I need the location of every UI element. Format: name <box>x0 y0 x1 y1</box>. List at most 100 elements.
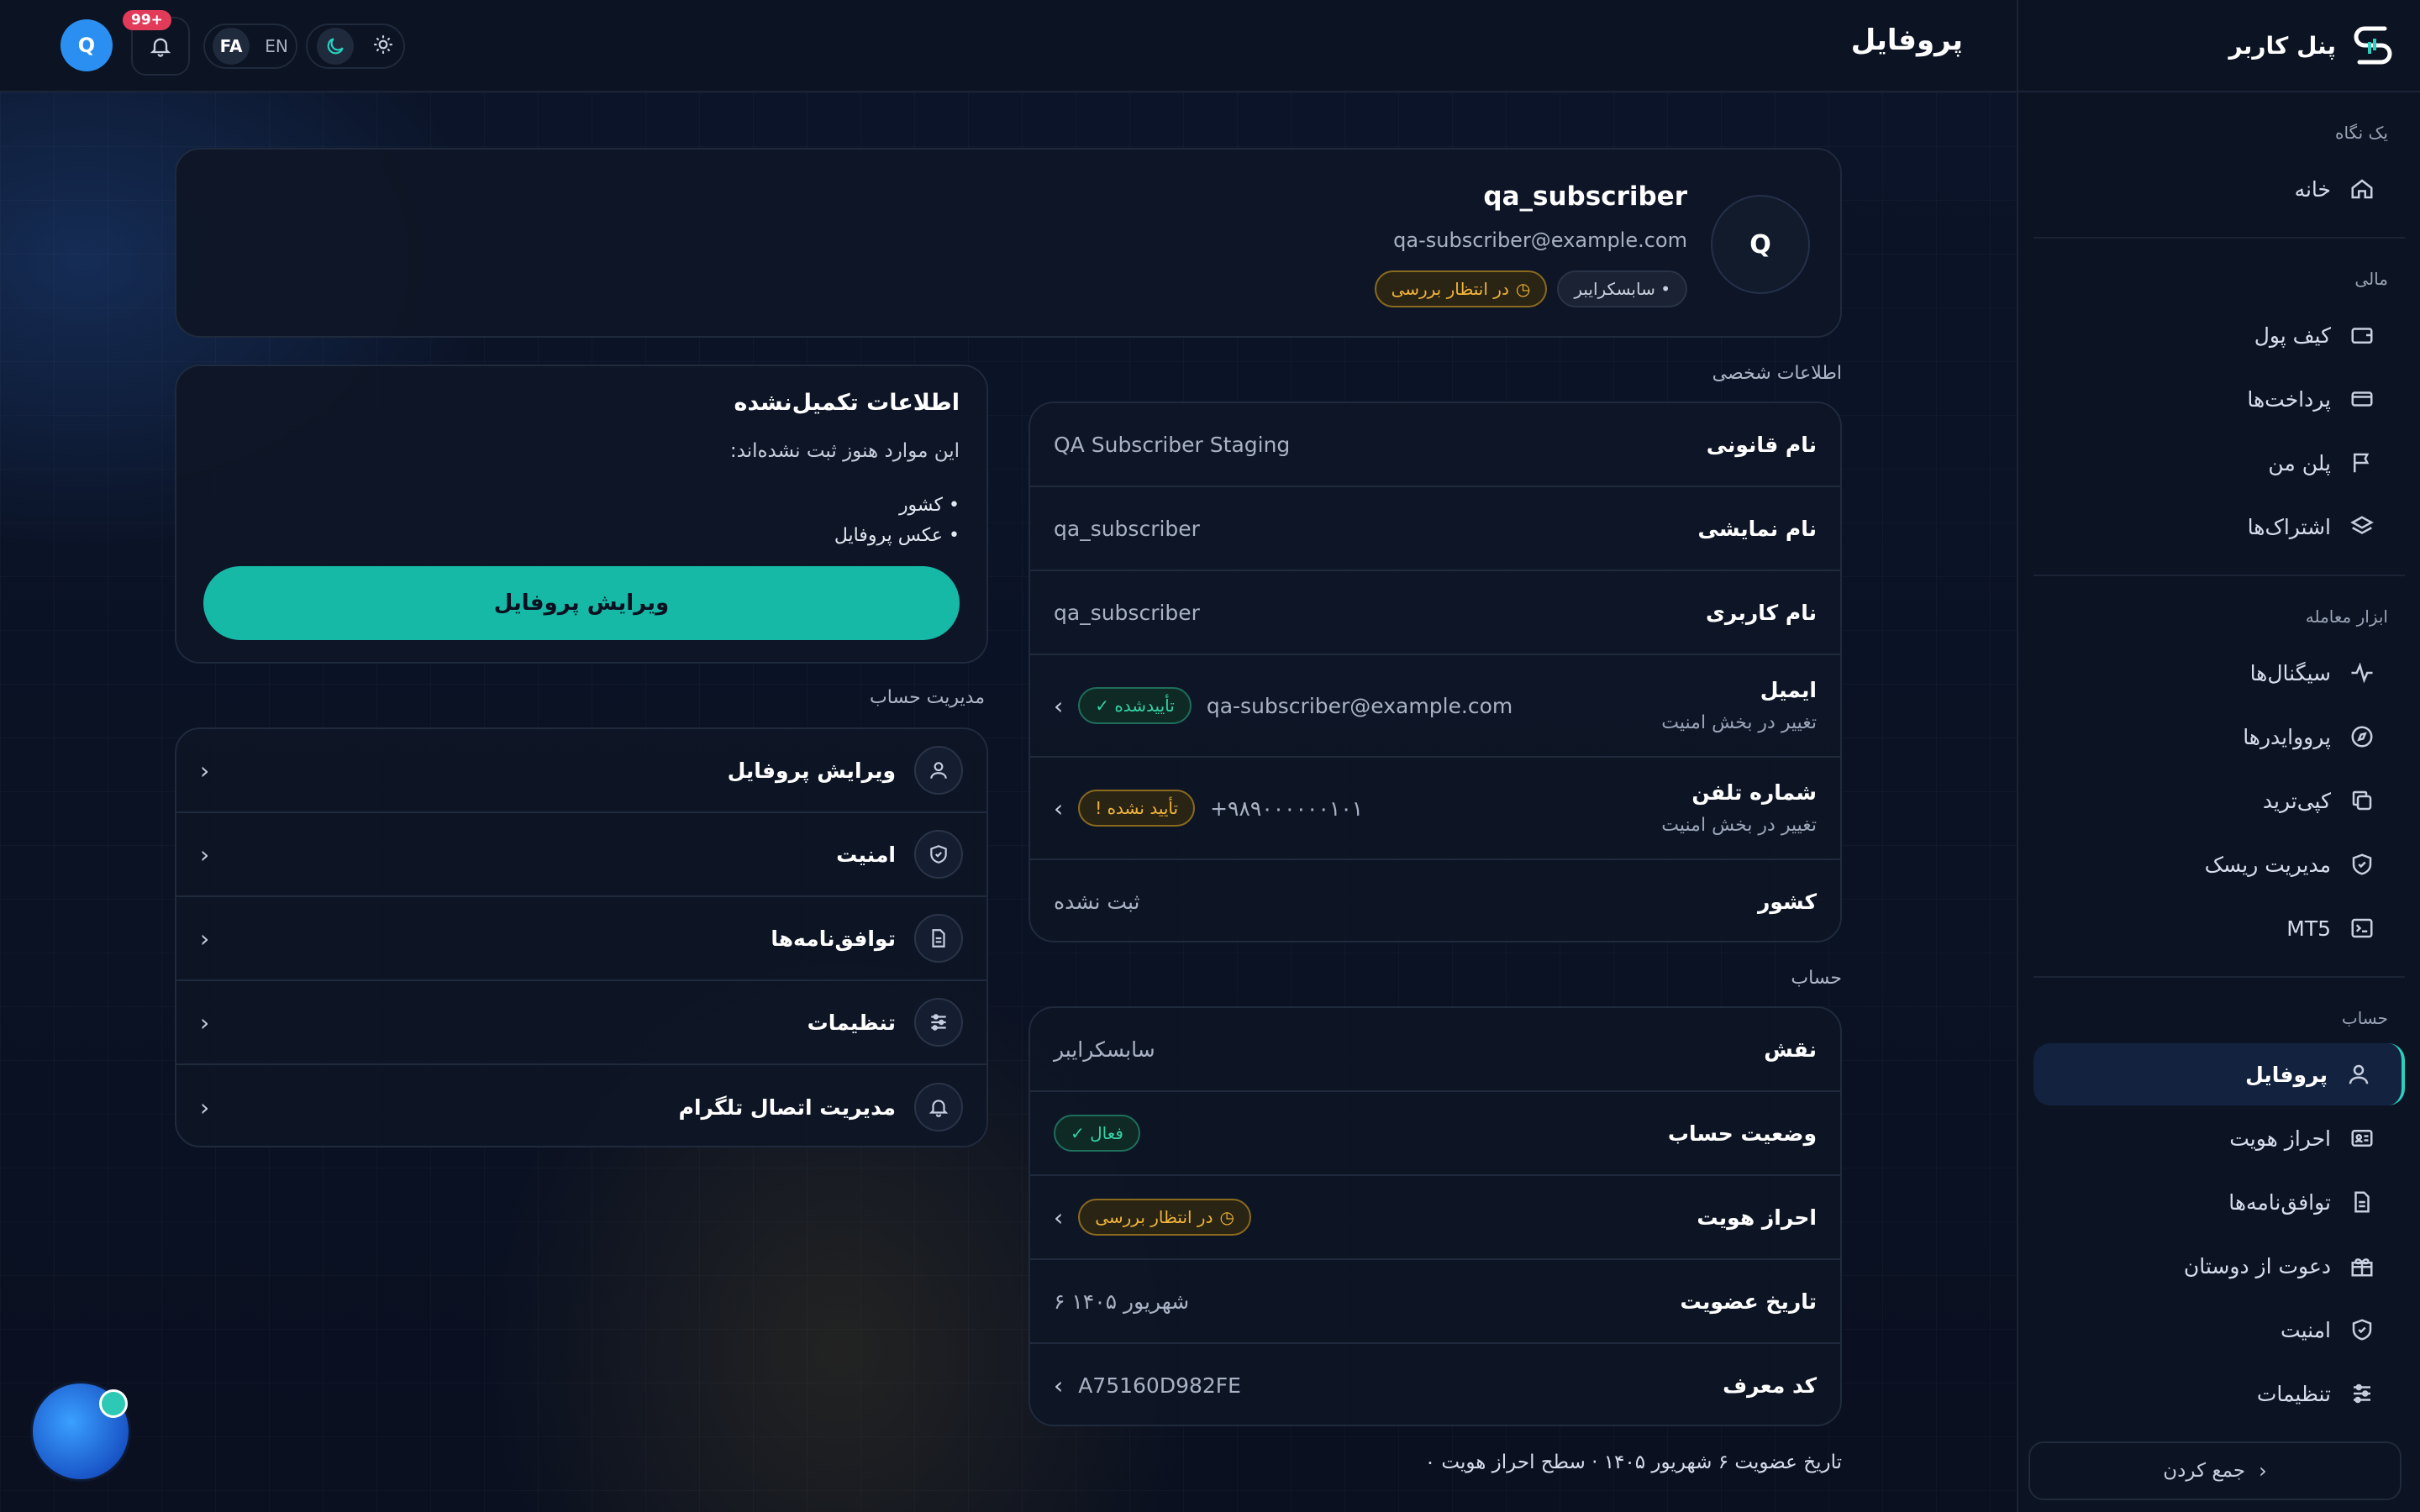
chevron-left-icon[interactable]: ‹ <box>1054 1204 1063 1231</box>
referral-value: A75160D982FE <box>1078 1373 1241 1398</box>
list-item: • عکس پروفایل <box>834 525 960 546</box>
sidebar-item-label: اشتراک‌ها <box>2247 514 2331 539</box>
management-item-label: توافق‌نامه‌ها <box>771 926 896 951</box>
sidebar-section-glance: یک نگاه <box>2334 123 2388 143</box>
sidebar-item-label: دعوت از دوستان <box>2183 1253 2331 1278</box>
personal-info-card: نام قانونی QA Subscriber Staging نام نما… <box>1028 402 1842 942</box>
sidebar-item-security[interactable]: امنیت <box>2033 1299 2405 1361</box>
joined-value: ۶ شهریور ۱۴۰۵ <box>1054 1289 1190 1314</box>
phone-row[interactable]: شماره تلفن تغییر در بخش امنیت ‹ ! تأیید … <box>1030 758 1840 860</box>
sidebar-item-providers[interactable]: پرووایدرها <box>2033 706 2405 768</box>
card-icon <box>2351 391 2373 407</box>
sidebar-item-home[interactable]: خانه <box>2033 158 2405 220</box>
role-badge: • سابسکرایبر <box>1557 270 1687 307</box>
sidebar-item-agreements[interactable]: توافق‌نامه‌ها <box>2033 1171 2405 1233</box>
chevron-left-icon: ‹ <box>200 840 210 869</box>
sidebar-item-risk[interactable]: مدیریت ریسک <box>2033 833 2405 895</box>
theme-toggle[interactable] <box>306 24 405 69</box>
shield-icon <box>2352 853 2372 875</box>
management-item-settings[interactable]: تنظیمات ‹ <box>176 981 986 1065</box>
chevron-left-icon[interactable]: ‹ <box>1054 795 1063 822</box>
incomplete-desc: این موارد هنوز ثبت نشده‌اند: <box>729 440 960 462</box>
layers-icon <box>2350 516 2374 534</box>
sidebar-item-label: کیف پول <box>2254 323 2331 348</box>
profile-header-card: Q qa_subscriber qa-subscriber@example.co… <box>175 148 1842 338</box>
collapse-sidebar-button[interactable]: ‹ جمع کردن <box>2028 1441 2402 1500</box>
sidebar-item-subscriptions[interactable]: اشتراک‌ها <box>2033 496 2405 558</box>
phone-value: +۹۸۹۰۰۰۰۰۰۱۰۱ <box>1210 795 1364 821</box>
username-value: qa_subscriber <box>1054 600 1200 625</box>
flag-icon <box>2354 453 2370 473</box>
legal-name-value: QA Subscriber Staging <box>1054 432 1291 457</box>
management-item-label: مدیریت اتصال تلگرام <box>678 1095 896 1120</box>
legal-name-row: نام قانونی QA Subscriber Staging <box>1030 403 1840 487</box>
divider <box>2033 237 2405 239</box>
referral-label: کد معرف <box>1723 1373 1817 1398</box>
sidebar-item-wallet[interactable]: کیف پول <box>2033 304 2405 366</box>
sidebar-item-kyc[interactable]: احراز هویت <box>2033 1107 2405 1169</box>
kyc-pending-badge: در انتظار بررسی ◷ <box>1078 1199 1251 1236</box>
personal-info-label: اطلاعات شخصی <box>1712 363 1842 384</box>
country-label: کشور <box>1757 889 1817 914</box>
role-value: سابسکرایبر <box>1054 1037 1155 1062</box>
assistant-status-dot <box>99 1389 128 1418</box>
user-icon <box>930 762 947 779</box>
collapse-label: جمع کردن <box>2163 1460 2246 1482</box>
sidebar-item-label: پرووایدرها <box>2243 724 2331 749</box>
chevron-left-icon: ‹ <box>200 1093 210 1121</box>
phone-unverified-badge: ! تأیید نشده <box>1078 790 1196 827</box>
lang-en-option[interactable]: EN <box>265 36 288 56</box>
sidebar-item-profile[interactable]: پروفایل <box>2033 1043 2405 1105</box>
account-status-row: وضعیت حساب ✓ فعال <box>1030 1092 1840 1176</box>
incomplete-list: • کشور • عکس پروفایل <box>834 491 960 551</box>
edit-profile-button[interactable]: ویرایش پروفایل <box>203 566 960 640</box>
sidebar-item-payments[interactable]: پرداخت‌ها <box>2033 368 2405 430</box>
email-row[interactable]: ایمیل تغییر در بخش امنیت ‹ ✓ تأییدشده qa… <box>1030 655 1840 758</box>
app-logo-icon[interactable] <box>2351 22 2395 69</box>
display-name-value: qa_subscriber <box>1054 516 1200 541</box>
sun-icon[interactable] <box>372 34 394 59</box>
management-item-label: تنظیمات <box>807 1010 896 1035</box>
id-card-icon <box>2351 1130 2373 1147</box>
sidebar-section-finance: مالی <box>2354 269 2388 289</box>
management-item-agreements[interactable]: توافق‌نامه‌ها ‹ <box>176 897 986 981</box>
email-verified-badge: ✓ تأییدشده <box>1078 687 1192 724</box>
role-label: نقش <box>1764 1037 1817 1062</box>
sidebar-item-invite[interactable]: دعوت از دوستان <box>2033 1235 2405 1297</box>
account-label: حساب <box>1791 968 1842 989</box>
sidebar-item-label: کپی‌ترید <box>2262 788 2331 813</box>
account-management-label: مدیریت حساب <box>870 687 985 708</box>
document-icon <box>2354 1191 2370 1213</box>
home-icon <box>2351 179 2373 199</box>
sidebar-section-account: حساب <box>2341 1008 2388 1028</box>
management-item-security[interactable]: امنیت ‹ <box>176 813 986 897</box>
chevron-left-icon[interactable]: ‹ <box>1054 1372 1063 1399</box>
management-item-telegram[interactable]: مدیریت اتصال تلگرام ‹ <box>176 1065 986 1149</box>
moon-icon[interactable] <box>317 28 354 65</box>
chevron-left-icon[interactable]: ‹ <box>1054 692 1063 720</box>
sidebar-item-label: تنظیمات <box>2256 1381 2331 1406</box>
pulse-icon <box>2351 662 2373 684</box>
profile-avatar[interactable]: Q <box>1711 195 1810 294</box>
sidebar-item-settings[interactable]: تنظیمات <box>2033 1362 2405 1425</box>
avatar[interactable]: Q <box>60 19 113 71</box>
sidebar-item-copytrade[interactable]: کپی‌ترید <box>2033 769 2405 832</box>
sidebar-item-plan[interactable]: پلن من <box>2033 432 2405 494</box>
divider <box>2033 976 2405 978</box>
referral-row[interactable]: کد معرف ‹ A75160D982FE <box>1030 1344 1840 1426</box>
copy-icon <box>2352 790 2372 811</box>
sidebar-section-trading: ابزار معامله <box>2305 606 2388 627</box>
account-active-badge: ✓ فعال <box>1054 1115 1140 1152</box>
lang-fa-option[interactable]: FA <box>213 28 250 65</box>
app-title: پنل کاربر <box>2228 31 2336 60</box>
management-item-label: امنیت <box>836 842 896 867</box>
profile-username: qa_subscriber <box>1483 181 1687 212</box>
sidebar: پنل کاربر یک نگاه خانه مالی کیف پول پردا… <box>2017 0 2420 1512</box>
sidebar-item-label: پروفایل <box>2245 1062 2328 1087</box>
management-item-edit-profile[interactable]: ویرایش پروفایل ‹ <box>176 729 986 813</box>
sidebar-item-signals[interactable]: سیگنال‌ها <box>2033 642 2405 704</box>
sidebar-item-mt5[interactable]: MT5 <box>2033 897 2405 959</box>
user-icon <box>2349 1064 2369 1084</box>
kyc-row[interactable]: احراز هویت ‹ در انتظار بررسی ◷ <box>1030 1176 1840 1260</box>
language-toggle[interactable]: FA EN <box>203 24 297 69</box>
